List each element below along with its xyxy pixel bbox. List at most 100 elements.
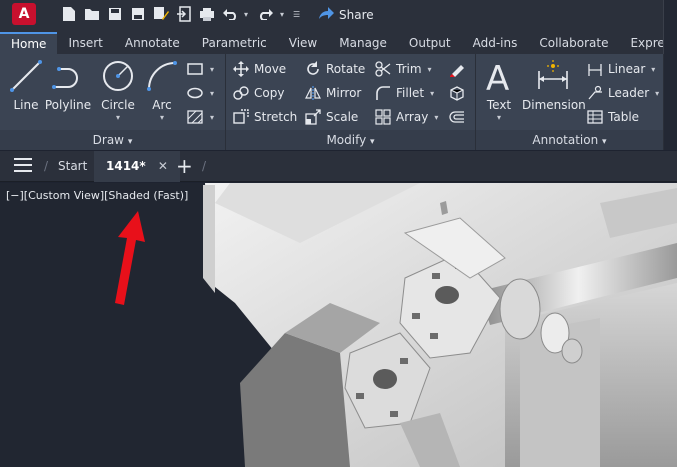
- array-tool[interactable]: Array ▾: [374, 106, 438, 128]
- line-icon: [8, 58, 44, 94]
- annotation-panel-title[interactable]: Annotation ▾: [476, 130, 663, 150]
- tab-divider-2: /: [202, 159, 207, 173]
- move-icon: [232, 60, 250, 78]
- mirror-tool[interactable]: Mirror: [304, 82, 361, 104]
- share-icon: [318, 6, 334, 23]
- scale-icon: [304, 108, 322, 126]
- stretch-tool[interactable]: Stretch: [232, 106, 297, 128]
- ellipse-tool[interactable]: ▾: [186, 82, 214, 104]
- linear-tool[interactable]: Linear ▾: [586, 58, 655, 80]
- trim-tool[interactable]: Trim ▾: [374, 58, 432, 80]
- new-file-icon[interactable]: [60, 5, 78, 23]
- offset-tool[interactable]: [448, 106, 466, 128]
- hatch-icon: [186, 108, 204, 126]
- start-tab[interactable]: Start: [58, 151, 87, 182]
- draw-panel: Line Polyline Circle ▾ Arc ▾ ▾ ▾ ▾ Draw …: [0, 54, 226, 150]
- tab-divider: /: [44, 159, 49, 173]
- table-icon: [586, 108, 604, 126]
- redo-icon[interactable]: [257, 5, 275, 23]
- tab-parametric[interactable]: Parametric: [191, 32, 278, 54]
- stretch-label: Stretch: [254, 110, 298, 124]
- hatch-dropdown-icon[interactable]: ▾: [210, 113, 214, 122]
- table-label: Table: [608, 110, 640, 124]
- hatch-tool[interactable]: ▾: [186, 106, 214, 128]
- trim-label: Trim: [396, 62, 422, 76]
- dimension-icon: [535, 58, 571, 94]
- erase-tool[interactable]: [448, 58, 466, 80]
- annotation-panel: A Text ▾ Dimension Linear ▾ Leader ▾ Table…: [476, 54, 664, 150]
- open-folder-icon[interactable]: [83, 5, 101, 23]
- rotate-tool[interactable]: Rotate: [304, 58, 365, 80]
- customize-qat-icon[interactable]: ☰: [293, 10, 305, 19]
- arc-label: Arc: [152, 98, 172, 112]
- application-menu-button[interactable]: A: [12, 3, 36, 25]
- undo-dropdown-icon[interactable]: ▾: [244, 10, 252, 19]
- trim-dropdown-icon[interactable]: ▾: [428, 65, 432, 74]
- scale-tool[interactable]: Scale: [304, 106, 358, 128]
- new-tab-icon[interactable]: +: [176, 151, 193, 182]
- arc-dropdown-icon[interactable]: ▾: [136, 113, 188, 122]
- rectangle-tool[interactable]: ▾: [186, 58, 214, 80]
- linear-dropdown-icon[interactable]: ▾: [651, 65, 655, 74]
- edit-icon[interactable]: [152, 5, 170, 23]
- tab-home[interactable]: Home: [0, 32, 58, 54]
- red-arrow-annotation: [115, 211, 145, 305]
- draw-panel-title[interactable]: Draw ▾: [0, 130, 225, 150]
- tab-output[interactable]: Output: [398, 32, 462, 54]
- tab-manage[interactable]: Manage: [328, 32, 398, 54]
- right-scroll-gutter: [663, 0, 677, 150]
- fillet-dropdown-icon[interactable]: ▾: [430, 89, 434, 98]
- tab-view[interactable]: View: [278, 32, 328, 54]
- copy-label: Copy: [254, 86, 285, 100]
- leader-tool[interactable]: Leader ▾: [586, 82, 659, 104]
- file-menu-icon[interactable]: [14, 158, 32, 174]
- arc-icon: [144, 58, 180, 94]
- tab-collaborate[interactable]: Collaborate: [528, 32, 619, 54]
- save-as-icon[interactable]: [129, 5, 147, 23]
- undo-icon[interactable]: [221, 5, 239, 23]
- modify-panel-title[interactable]: Modify ▾: [226, 130, 475, 150]
- save-icon[interactable]: [106, 5, 124, 23]
- tab-add-ins[interactable]: Add-ins: [462, 32, 529, 54]
- linear-label: Linear: [608, 62, 646, 76]
- viewport-controls-label[interactable]: [−][Custom View][Shaded (Fast)]: [6, 189, 188, 202]
- tab-express-tools[interactable]: Express Tools: [619, 32, 663, 54]
- mirror-icon: [304, 84, 322, 102]
- ribbon: Line Polyline Circle ▾ Arc ▾ ▾ ▾ ▾ Draw …: [0, 54, 664, 150]
- annotation-title-text: Annotation: [532, 133, 599, 147]
- ellipse-dropdown-icon[interactable]: ▾: [210, 89, 214, 98]
- copy-icon: [232, 84, 250, 102]
- arc-tool[interactable]: Arc ▾: [136, 58, 188, 122]
- polyline-tool[interactable]: Polyline: [40, 58, 96, 112]
- rectangle-dropdown-icon[interactable]: ▾: [210, 65, 214, 74]
- import-icon[interactable]: [175, 5, 193, 23]
- qat-icons: ▾ ▾ ☰: [60, 5, 305, 23]
- app-logo: A: [18, 6, 30, 22]
- array-dropdown-icon[interactable]: ▾: [434, 113, 438, 122]
- dimension-tool[interactable]: Dimension: [522, 58, 586, 112]
- share-button[interactable]: Share: [318, 6, 374, 23]
- quick-access-toolbar: A ▾ ▾ ☰ Share: [0, 0, 677, 30]
- table-tool[interactable]: Table: [586, 106, 639, 128]
- leader-dropdown-icon[interactable]: ▾: [655, 89, 659, 98]
- trim-icon: [374, 60, 392, 78]
- modify-title-text: Modify: [326, 133, 367, 147]
- plot-icon[interactable]: [198, 5, 216, 23]
- polyline-icon: [50, 58, 86, 94]
- tab-insert[interactable]: Insert: [57, 32, 113, 54]
- text-icon: A: [481, 58, 517, 94]
- explode-tool[interactable]: [448, 82, 466, 104]
- tab-annotate[interactable]: Annotate: [114, 32, 191, 54]
- text-dropdown-icon[interactable]: ▾: [476, 113, 522, 122]
- drawing-viewport[interactable]: [−][Custom View][Shaded (Fast)]: [0, 183, 677, 467]
- circle-icon: [100, 58, 136, 94]
- drawing-tab-1414[interactable]: 1414* ✕: [94, 151, 180, 182]
- text-tool[interactable]: A Text ▾: [476, 58, 522, 122]
- redo-dropdown-icon[interactable]: ▾: [280, 10, 288, 19]
- move-tool[interactable]: Move: [232, 58, 286, 80]
- file-tab-bar: / Start 1414* ✕ + /: [0, 151, 677, 182]
- svg-text:A: A: [486, 59, 509, 93]
- close-tab-icon[interactable]: ✕: [158, 159, 168, 173]
- fillet-tool[interactable]: Fillet ▾: [374, 82, 434, 104]
- copy-tool[interactable]: Copy: [232, 82, 284, 104]
